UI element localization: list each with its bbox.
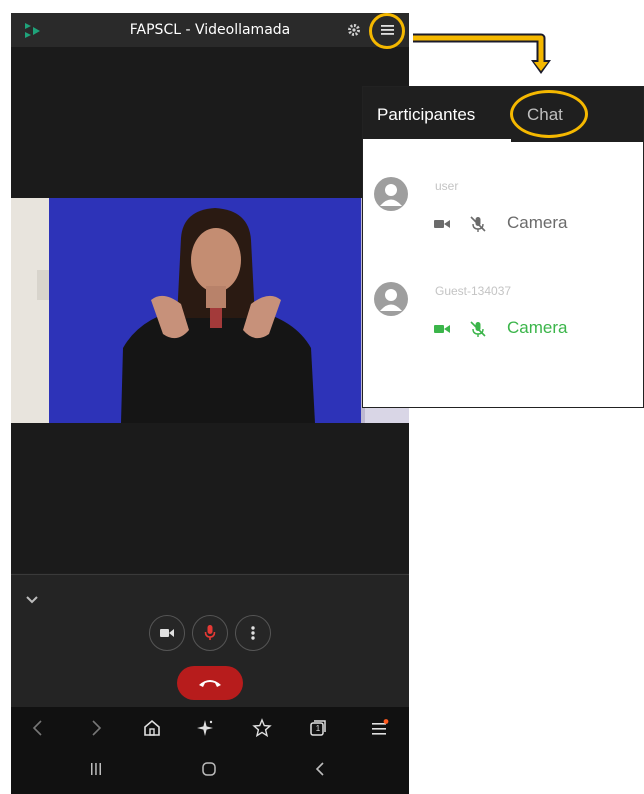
hang-up-icon (199, 680, 221, 687)
app-header: FAPSCL - Videollamada (11, 13, 409, 47)
participants-panel: Participantes Chat user Camera Guest-134… (362, 86, 644, 408)
active-tab-indicator (363, 139, 511, 142)
panel-tabs: Participantes Chat (363, 87, 643, 142)
participant-name: Guest-134037 (435, 284, 512, 298)
nav-back-icon[interactable] (314, 761, 326, 777)
more-options-button[interactable] (235, 615, 271, 651)
toggle-microphone-button[interactable] (192, 615, 228, 651)
recent-apps-icon[interactable] (89, 762, 103, 776)
mic-off-icon (470, 321, 486, 337)
participant-name: user (435, 179, 459, 193)
video-camera-icon (434, 325, 450, 333)
hang-up-button[interactable] (177, 666, 243, 700)
home-icon[interactable] (143, 719, 161, 737)
chat-highlight-ring (510, 90, 588, 138)
avatar-icon (374, 282, 408, 316)
toggle-camera-button[interactable] (149, 615, 185, 651)
participant-status: Camera (507, 213, 568, 232)
mic-off-icon (470, 216, 486, 232)
avatar-icon (374, 177, 408, 211)
participant-status: Camera (507, 318, 568, 337)
tab-count: 1 (315, 724, 321, 733)
empty-video-area-top (11, 47, 409, 199)
participant-video-image (11, 198, 409, 423)
call-controls (11, 574, 409, 708)
browser-menu-icon[interactable] (371, 719, 389, 737)
tab-participantes[interactable]: Participantes (377, 87, 475, 142)
favorites-icon[interactable] (252, 718, 272, 738)
back-icon[interactable] (31, 719, 45, 737)
video-camera-icon (160, 629, 174, 637)
arrow-icon (413, 33, 551, 74)
microphone-icon (204, 625, 216, 640)
ai-sparkle-icon[interactable] (196, 719, 214, 737)
remote-video-feed (11, 198, 409, 423)
settings-icon[interactable] (347, 23, 361, 37)
tabs-icon[interactable]: 1 (309, 719, 327, 737)
video-call-screen: FAPSCL - Videollamada 1 (11, 13, 409, 794)
more-options-icon (251, 626, 255, 640)
video-camera-icon (434, 220, 450, 228)
collapse-chevron-icon[interactable] (25, 595, 39, 605)
participant-row: user Camera (363, 167, 643, 237)
participant-row: Guest-134037 Camera (363, 272, 643, 342)
empty-video-area-bottom (11, 423, 409, 573)
browser-navigation-bar: 1 (11, 707, 409, 794)
forward-icon[interactable] (89, 719, 103, 737)
menu-highlight-ring (369, 13, 405, 49)
home-circle-icon[interactable] (201, 761, 217, 777)
